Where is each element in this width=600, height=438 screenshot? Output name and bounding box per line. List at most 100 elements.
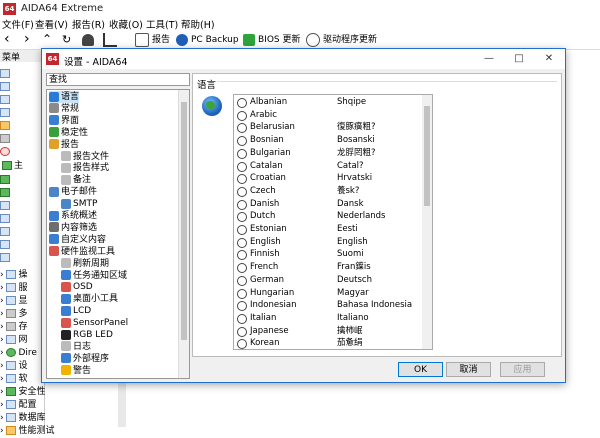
minimize-icon[interactable]: — (474, 49, 504, 69)
language-option[interactable]: Bosnian Bosanski (234, 134, 420, 147)
left-item-icon[interactable] (0, 133, 12, 146)
tree-item[interactable]: LCD (61, 305, 91, 317)
tree-item[interactable]: 报告样式 (61, 162, 109, 174)
language-option[interactable]: Korean 茄惫绢 (234, 337, 420, 349)
tree-item[interactable]: 警告 (61, 365, 91, 377)
tree-item[interactable]: 报告 (49, 139, 79, 151)
tree-item[interactable]: 内容筛选 (49, 222, 97, 234)
left-item-icon[interactable] (0, 94, 12, 107)
language-option[interactable]: Dutch Nederlands (234, 210, 420, 223)
language-option[interactable]: Albanian Shqipe (234, 96, 420, 109)
radio-button[interactable] (237, 313, 247, 324)
language-option[interactable]: French Fran鐷is (234, 261, 420, 274)
radio-button[interactable] (237, 237, 247, 248)
ok-button[interactable]: OK (398, 362, 443, 377)
left-item-icon[interactable] (0, 239, 12, 252)
radio-button[interactable] (237, 148, 247, 159)
left-item-config[interactable]: › 配置 (0, 399, 36, 412)
menu-favorites[interactable]: 收藏(O) (109, 17, 143, 31)
radio-button[interactable] (237, 263, 247, 274)
radio-button[interactable] (237, 301, 247, 312)
left-item-icon[interactable] (0, 187, 12, 200)
left-item-icon[interactable] (0, 252, 12, 265)
user-icon[interactable] (82, 32, 97, 48)
radio-button[interactable] (237, 186, 247, 197)
left-item-network[interactable]: › 网 (0, 334, 27, 347)
left-item-multimedia[interactable]: › 多 (0, 308, 27, 321)
left-item-icon[interactable] (0, 226, 12, 239)
radio-button[interactable] (237, 110, 247, 121)
tree-item[interactable]: 硬件监视工具 (49, 246, 115, 258)
tree-item[interactable]: 桌面小工具 (61, 293, 118, 305)
left-item-icon[interactable] (0, 146, 12, 159)
tree-item[interactable]: 自定义内容 (49, 234, 106, 246)
left-item-mainboard[interactable]: 主 (2, 160, 23, 173)
radio-button[interactable] (237, 98, 247, 108)
language-option[interactable]: Danish Dansk (234, 198, 420, 211)
language-option[interactable]: English English (234, 236, 420, 249)
cancel-button[interactable]: 取消 (446, 362, 491, 377)
language-option[interactable]: Finnish Suomi (234, 248, 420, 261)
language-option[interactable]: Estonian Eesti (234, 223, 420, 236)
back-icon[interactable]: ‹ (4, 32, 10, 48)
tree-item[interactable]: 电子邮件 (49, 186, 97, 198)
tree-item[interactable]: 外部程序 (61, 353, 109, 365)
left-item-icon[interactable] (0, 174, 12, 187)
apply-button[interactable]: 应用 (500, 362, 545, 377)
language-option[interactable]: Italian Italiano (234, 312, 420, 325)
left-item-icon[interactable] (0, 107, 12, 120)
left-item-database[interactable]: › 数据库 (0, 412, 45, 425)
left-item-icon[interactable] (0, 200, 12, 213)
menu-view[interactable]: 查看(V) (35, 17, 68, 31)
up-icon[interactable]: ⌃ (42, 32, 52, 48)
radio-button[interactable] (237, 225, 247, 235)
radio-button[interactable] (237, 123, 247, 134)
menu-help[interactable]: 帮助(H) (181, 17, 215, 31)
report-button[interactable]: 报告 (135, 32, 170, 48)
left-item-devices[interactable]: › 设 (0, 360, 27, 373)
left-item-server[interactable]: › 服 (0, 282, 27, 295)
tree-item[interactable]: 刷新周期 (61, 258, 109, 270)
language-option[interactable]: Catalan Catal? (234, 160, 420, 173)
tree-item[interactable]: 报告文件 (61, 151, 109, 163)
radio-button[interactable] (237, 275, 247, 286)
tree-scrollbar-thumb[interactable] (181, 102, 187, 340)
language-list-scrollbar-thumb[interactable] (424, 106, 430, 206)
radio-button[interactable] (237, 212, 247, 223)
settings-search-input[interactable]: 查找 (46, 73, 190, 86)
language-option[interactable]: Belarusian 復豚癀粗? (234, 121, 420, 134)
tree-item[interactable]: 常规 (49, 103, 79, 115)
language-option[interactable]: Croatian Hrvatski (234, 172, 420, 185)
language-option[interactable]: Bulgarian 龙脬罔粗? (234, 147, 420, 160)
language-option[interactable]: German Deutsch (234, 274, 420, 287)
left-item-display[interactable]: › 显 (0, 295, 27, 308)
refresh-icon[interactable]: ↻ (62, 32, 71, 48)
language-option[interactable]: Arabic (234, 109, 420, 122)
left-item-icon[interactable] (0, 68, 12, 81)
tree-item[interactable]: SensorPanel (61, 317, 128, 329)
tree-item[interactable]: 界面 (49, 115, 79, 127)
language-option[interactable]: Hungarian Magyar (234, 287, 420, 300)
language-list-scrollbar[interactable] (422, 95, 432, 349)
pc-backup-button[interactable]: PC Backup (176, 32, 239, 48)
language-option[interactable]: Czech 養sk? (234, 185, 420, 198)
left-item-software[interactable]: › 软 (0, 373, 27, 386)
radio-button[interactable] (237, 250, 247, 261)
tree-item[interactable]: 系统概述 (49, 210, 97, 222)
driver-update-button[interactable]: 驱动程序更新 (306, 32, 377, 48)
radio-button[interactable] (237, 199, 247, 210)
tree-item[interactable]: 日志 (61, 341, 91, 353)
menu-file[interactable]: 文件(F) (2, 17, 34, 31)
radio-button[interactable] (237, 339, 247, 349)
tree-item[interactable]: 语言 (49, 91, 80, 103)
language-option[interactable]: Indonesian Bahasa Indonesia (234, 299, 420, 312)
radio-button[interactable] (237, 136, 247, 147)
bios-update-button[interactable]: BIOS 更新 (243, 32, 301, 48)
chart-icon[interactable] (103, 32, 120, 48)
left-item-icon[interactable] (0, 213, 12, 226)
tree-item[interactable]: 稳定性 (49, 127, 88, 139)
radio-button[interactable] (237, 288, 247, 299)
left-item-security[interactable]: › 安全性 (0, 386, 45, 399)
menu-report[interactable]: 报告(R) (72, 17, 105, 31)
left-item-os[interactable]: › 操 (0, 269, 27, 282)
